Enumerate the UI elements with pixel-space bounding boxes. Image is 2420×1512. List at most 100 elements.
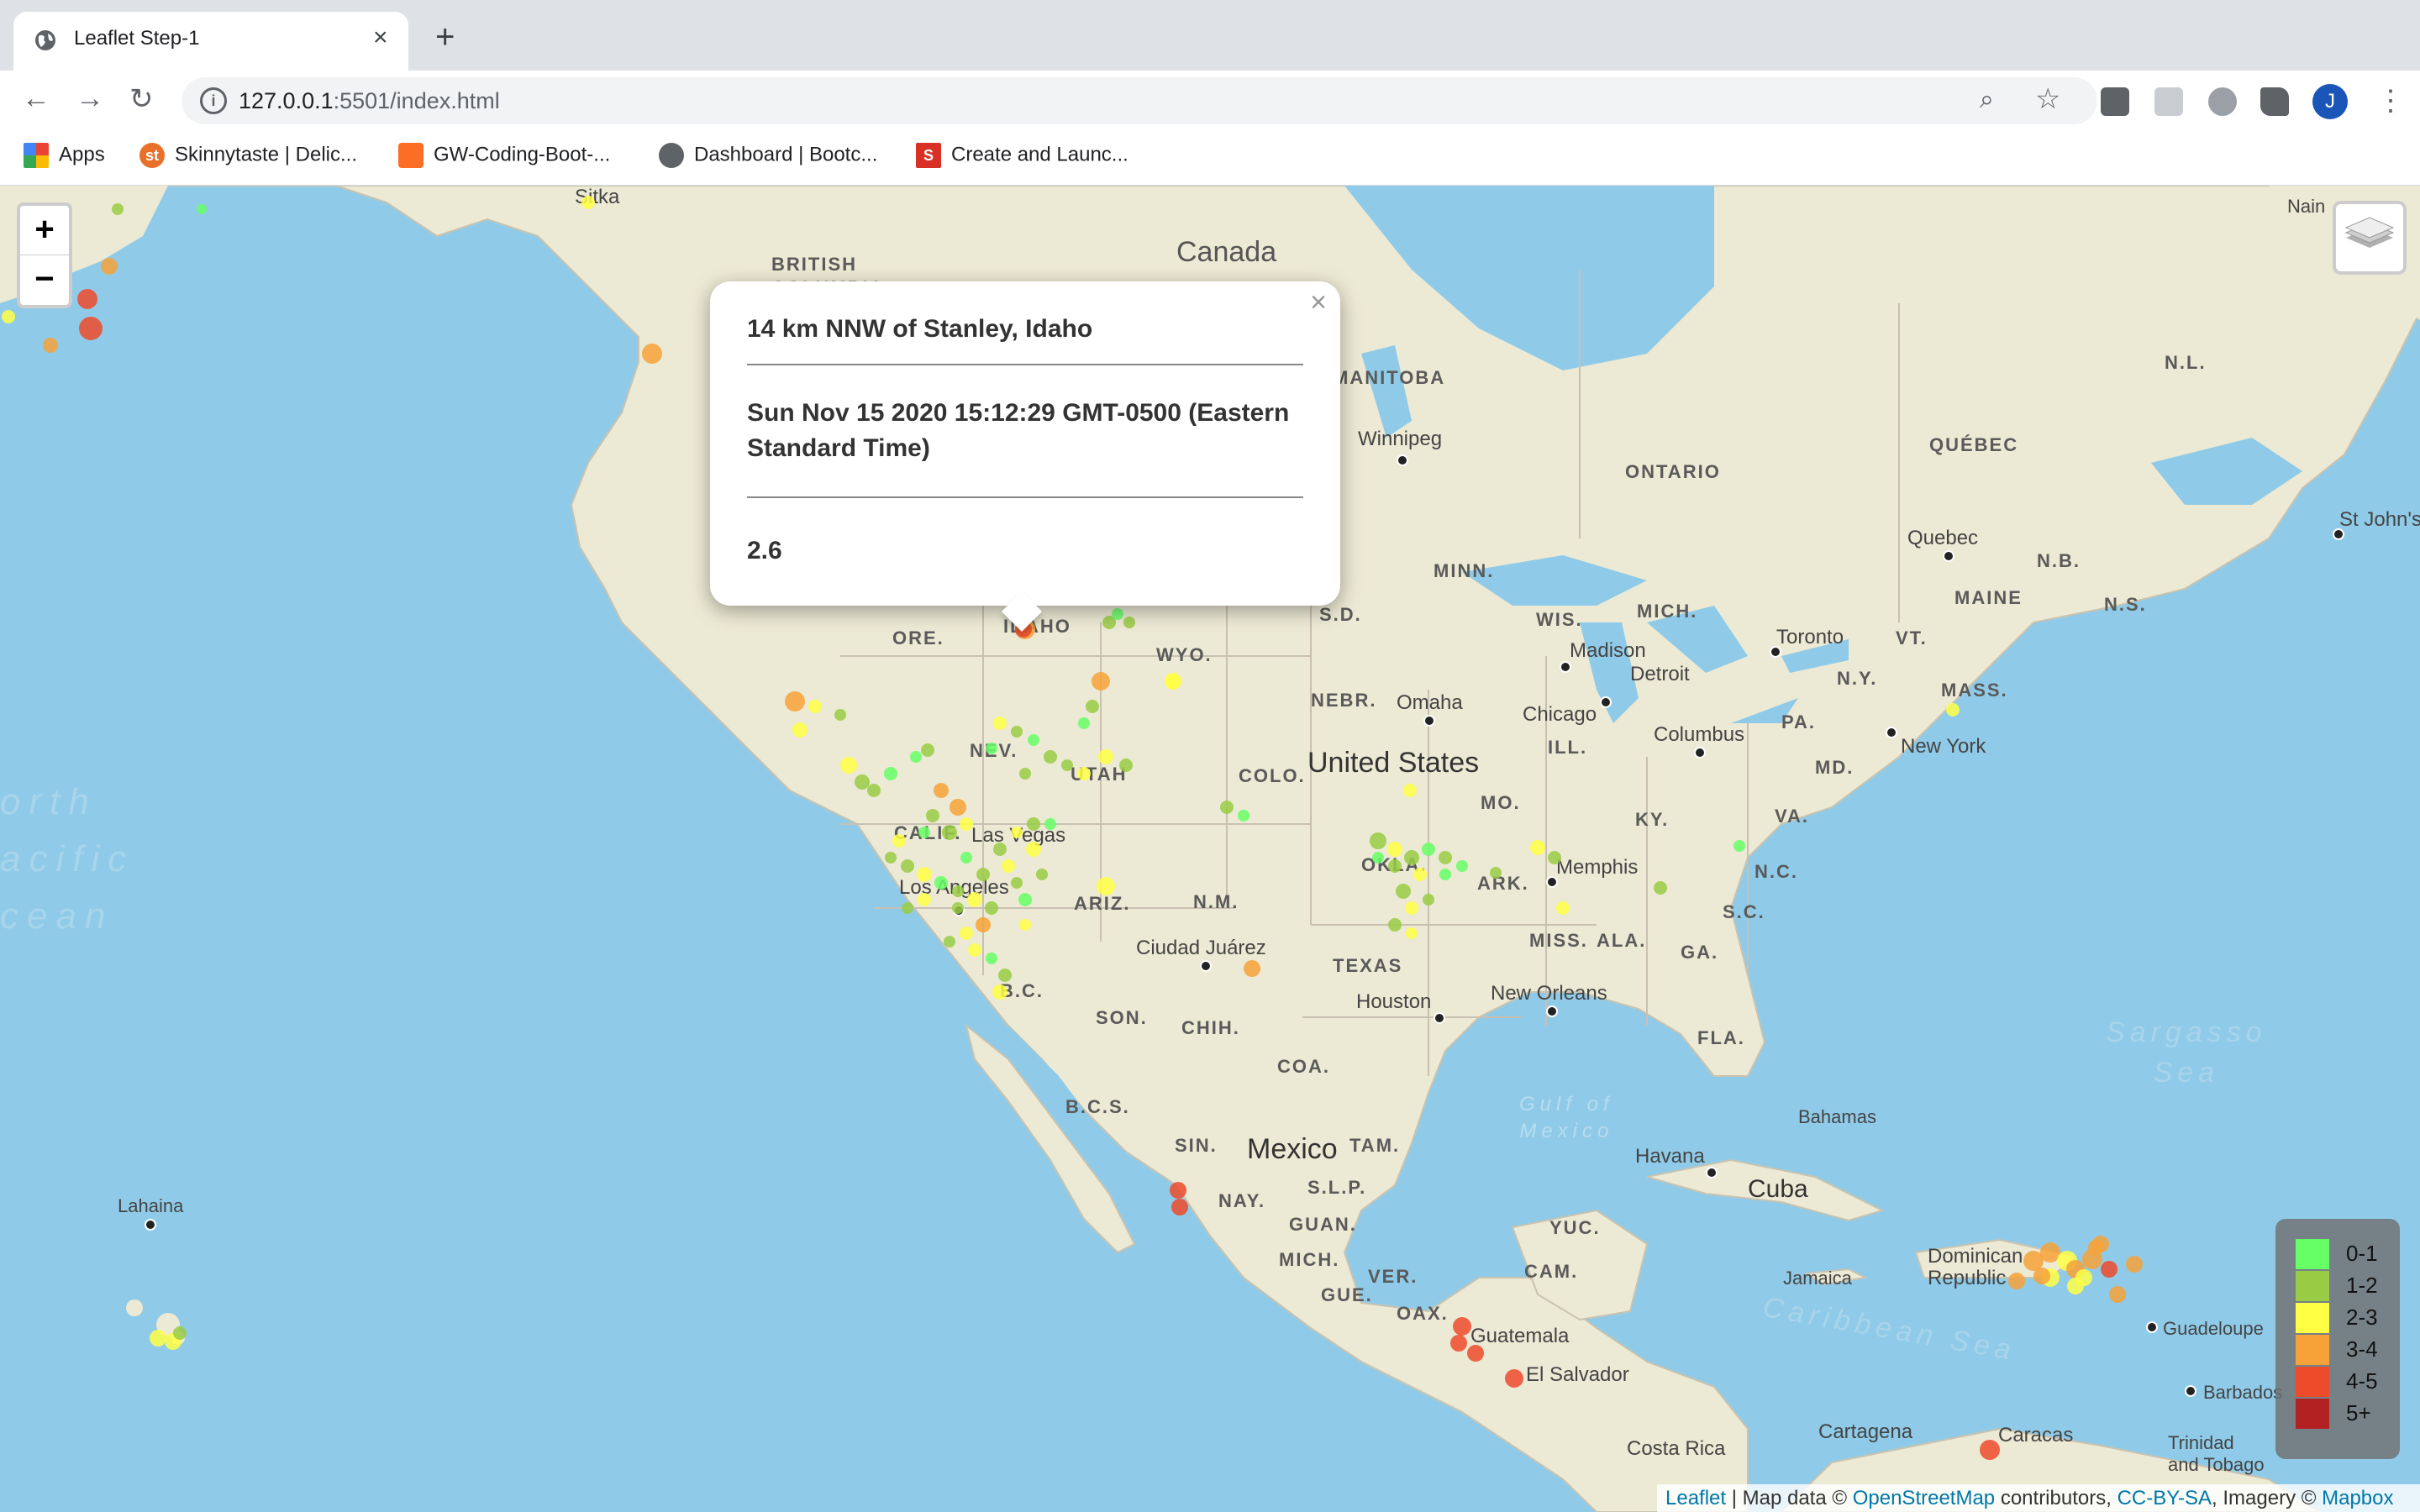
earthquake-marker[interactable] xyxy=(79,317,103,340)
earthquake-marker[interactable] xyxy=(1406,927,1418,939)
mapbox-link[interactable]: Mapbox xyxy=(2322,1487,2393,1509)
facebook-extension-icon[interactable] xyxy=(2101,87,2129,116)
earthquake-marker[interactable] xyxy=(926,809,939,822)
earthquake-marker[interactable] xyxy=(867,784,881,797)
earthquake-marker[interactable] xyxy=(1980,1440,2000,1460)
earthquake-marker[interactable] xyxy=(1044,750,1057,764)
layers-control-button[interactable] xyxy=(2333,201,2407,275)
earthquake-marker[interactable] xyxy=(1467,1345,1484,1362)
leaflet-link[interactable]: Leaflet xyxy=(1665,1487,1726,1509)
zoom-out-button[interactable]: − xyxy=(20,255,69,304)
earthquake-marker[interactable] xyxy=(1011,726,1023,738)
bookmark-dashboard[interactable]: Dashboard | Bootc... xyxy=(659,143,877,168)
earthquake-marker[interactable] xyxy=(1098,749,1113,764)
earthquake-marker[interactable] xyxy=(1061,759,1073,771)
popup-close-button[interactable]: × xyxy=(1310,286,1327,319)
earthquake-marker[interactable] xyxy=(1027,817,1040,831)
earthquake-marker[interactable] xyxy=(1011,877,1023,889)
earthquake-marker[interactable] xyxy=(901,859,914,873)
earthquake-marker[interactable] xyxy=(1026,842,1041,857)
earthquake-marker[interactable] xyxy=(581,196,595,209)
earthquake-marker[interactable] xyxy=(2008,1273,2025,1289)
earthquake-marker[interactable] xyxy=(1530,840,1545,855)
earthquake-marker[interactable] xyxy=(1119,759,1133,772)
earthquake-marker[interactable] xyxy=(1456,860,1468,872)
earthquake-marker[interactable] xyxy=(1733,840,1745,852)
earthquake-marker[interactable] xyxy=(1370,832,1386,849)
earthquake-marker[interactable] xyxy=(1123,617,1135,628)
earthquake-marker[interactable] xyxy=(1244,960,1260,977)
bookmark-gitlab[interactable]: GW-Coding-Boot-... xyxy=(398,143,610,168)
site-info-icon[interactable]: i xyxy=(200,87,227,114)
earthquake-marker[interactable] xyxy=(910,751,922,763)
earthquake-marker[interactable] xyxy=(918,827,930,838)
earthquake-marker[interactable] xyxy=(952,902,964,914)
address-bar[interactable]: i 127.0.0.1:5501/index.html ⌕ ☆ xyxy=(182,77,2097,124)
earthquake-marker[interactable] xyxy=(1019,768,1031,780)
earthquake-marker[interactable] xyxy=(1405,901,1418,915)
earthquake-marker[interactable] xyxy=(921,743,934,757)
earthquake-marker[interactable] xyxy=(985,901,998,915)
browser-tab[interactable]: Leaflet Step-1 × xyxy=(13,12,408,71)
earthquake-marker[interactable] xyxy=(1028,734,1039,746)
reload-icon[interactable]: ↻ xyxy=(129,82,154,116)
earthquake-marker[interactable] xyxy=(934,876,948,890)
earthquake-marker[interactable] xyxy=(2126,1256,2143,1273)
earthquake-marker[interactable] xyxy=(1388,918,1402,932)
earthquake-marker[interactable] xyxy=(960,927,973,940)
earthquake-marker[interactable] xyxy=(1078,717,1090,729)
earthquake-marker[interactable] xyxy=(1387,842,1402,857)
earthquake-marker[interactable] xyxy=(967,892,982,907)
earthquake-marker[interactable] xyxy=(1946,703,1960,717)
earthquake-marker[interactable] xyxy=(1171,1199,1188,1215)
earthquake-marker[interactable] xyxy=(976,868,990,881)
earthquake-marker[interactable] xyxy=(1453,1317,1471,1336)
earthquake-marker[interactable] xyxy=(642,344,662,364)
earthquake-marker[interactable] xyxy=(1396,884,1411,899)
earthquake-marker[interactable] xyxy=(43,338,58,353)
earthquake-marker[interactable] xyxy=(1077,767,1091,780)
earthquake-marker[interactable] xyxy=(808,700,822,713)
earthquake-marker[interactable] xyxy=(960,817,973,831)
earthquake-marker[interactable] xyxy=(960,852,972,864)
earthquake-marker[interactable] xyxy=(1548,851,1561,864)
earthquake-marker[interactable] xyxy=(792,722,808,738)
earthquake-marker[interactable] xyxy=(150,1330,166,1347)
earthquake-marker[interactable] xyxy=(2109,1286,2126,1303)
earthquake-marker[interactable] xyxy=(993,717,1007,730)
earthquake-marker[interactable] xyxy=(917,867,932,882)
browser-menu-icon[interactable]: ⋮ xyxy=(2376,84,2405,118)
earthquake-marker[interactable] xyxy=(1220,801,1234,814)
earthquake-marker[interactable] xyxy=(884,767,897,780)
earthquake-marker[interactable] xyxy=(1002,859,1015,873)
back-arrow-icon[interactable]: ← xyxy=(22,82,50,115)
earthquake-marker[interactable] xyxy=(944,936,955,948)
earthquake-marker[interactable] xyxy=(197,204,207,214)
earthquake-marker[interactable] xyxy=(2075,1269,2092,1286)
earthquake-marker[interactable] xyxy=(1092,672,1110,690)
earthquake-marker[interactable] xyxy=(1086,700,1099,713)
earthquake-marker[interactable] xyxy=(942,825,957,840)
zoom-in-button[interactable]: + xyxy=(20,206,69,255)
earthquake-marker[interactable] xyxy=(1011,827,1023,838)
earthquake-marker[interactable] xyxy=(1019,919,1031,931)
earthquake-marker[interactable] xyxy=(1044,818,1056,830)
bookmark-star-icon[interactable]: ☆ xyxy=(2035,82,2060,116)
new-tab-button[interactable]: + xyxy=(435,20,455,54)
earthquake-marker[interactable] xyxy=(1413,868,1427,881)
earthquake-marker[interactable] xyxy=(976,917,991,932)
earthquake-marker[interactable] xyxy=(1556,901,1570,915)
earthquake-marker[interactable] xyxy=(950,799,966,816)
earthquake-marker[interactable] xyxy=(101,258,118,275)
earthquake-marker[interactable] xyxy=(785,691,805,711)
earthquake-marker[interactable] xyxy=(992,984,1007,1000)
earthquake-marker[interactable] xyxy=(1036,869,1048,880)
earthquake-marker[interactable] xyxy=(77,289,97,309)
bookmark-apps[interactable]: Apps xyxy=(24,143,105,168)
openstreetmap-link[interactable]: OpenStreetMap xyxy=(1853,1487,1995,1509)
bookmark-skinnytaste[interactable]: st Skinnytaste | Delic... xyxy=(139,143,357,168)
earthquake-marker[interactable] xyxy=(934,783,949,798)
earthquake-marker[interactable] xyxy=(968,943,981,957)
earthquake-marker[interactable] xyxy=(1439,869,1451,880)
earthquake-marker[interactable] xyxy=(892,834,906,848)
